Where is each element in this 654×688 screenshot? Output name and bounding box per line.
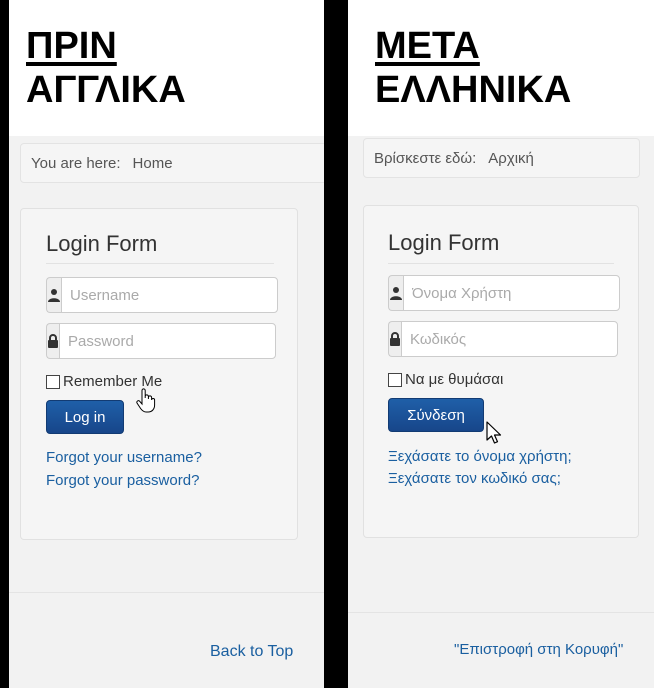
username-input[interactable]	[403, 275, 620, 311]
remember-me-label: Να με θυμάσαι	[405, 371, 504, 388]
login-form-module: Login Form Remember Me Log in Forgot you…	[20, 208, 298, 540]
breadcrumb: Βρίσκεστε εδώ: Αρχική	[363, 138, 640, 178]
login-form-title: Login Form	[46, 231, 158, 256]
breadcrumb-prefix: Βρίσκεστε εδώ:	[374, 150, 477, 167]
heading-line-before: ΠΡΙΝ	[26, 25, 117, 67]
remember-me-checkbox[interactable]	[388, 372, 402, 387]
lock-icon	[46, 323, 59, 359]
password-input-group	[46, 323, 276, 359]
breadcrumb-home-link[interactable]: Home	[133, 155, 173, 172]
password-input[interactable]	[59, 323, 276, 359]
forgot-username-link[interactable]: Ξεχάσατε το όνομα χρήστη;	[388, 448, 572, 465]
breadcrumb: You are here: Home	[20, 143, 324, 183]
username-input-group	[46, 277, 278, 313]
title-divider	[46, 263, 274, 264]
back-to-top-link[interactable]: "Επιστροφή στη Κορυφή"	[454, 641, 623, 658]
username-input[interactable]	[61, 277, 278, 313]
username-input-group	[388, 275, 620, 311]
login-button[interactable]: Log in	[46, 400, 124, 434]
breadcrumb-home-link[interactable]: Αρχική	[488, 150, 534, 167]
hand-pointer-icon	[136, 388, 156, 419]
forgot-password-link[interactable]: Ξεχάσατε τον κωδικό σας;	[388, 470, 561, 487]
footer-divider	[348, 612, 654, 613]
comparison-divider	[324, 0, 348, 688]
remember-me-checkbox[interactable]	[46, 374, 60, 389]
forgot-password-link[interactable]: Forgot your password?	[46, 472, 199, 489]
login-form-module: Login Form Να με θυμάσαι Σύνδεση Ξεχάσατ…	[363, 205, 639, 538]
remember-me-row: Να με θυμάσαι	[388, 371, 503, 388]
footer-divider	[9, 592, 324, 593]
heading-language-greek: ΕΛΛΗΝΙΚΑ	[375, 69, 572, 111]
left-edge-bar	[0, 0, 9, 688]
arrow-pointer-icon	[486, 421, 502, 450]
password-input-group	[388, 321, 618, 357]
back-to-top-link[interactable]: Back to Top	[210, 643, 293, 661]
title-divider	[388, 263, 614, 264]
user-icon	[388, 275, 403, 311]
login-button[interactable]: Σύνδεση	[388, 398, 484, 432]
breadcrumb-prefix: You are here:	[31, 155, 121, 172]
panel-after-greek: ΜΕΤΑ ΕΛΛΗΝΙΚΑ Βρίσκεστε εδώ: Αρχική Login…	[348, 0, 654, 688]
login-form-title: Login Form	[388, 230, 500, 255]
user-icon	[46, 277, 61, 313]
panel-before-english: ΠΡΙΝ ΑΓΓΛΙΚΑ You are here: Home Login For…	[9, 0, 324, 688]
password-input[interactable]	[401, 321, 618, 357]
heading-line-after: ΜΕΤΑ	[375, 25, 480, 67]
lock-icon	[388, 321, 401, 357]
panel-heading-before: ΠΡΙΝ ΑΓΓΛΙΚΑ	[26, 24, 186, 112]
forgot-username-link[interactable]: Forgot your username?	[46, 449, 202, 466]
panel-heading-after: ΜΕΤΑ ΕΛΛΗΝΙΚΑ	[375, 24, 571, 112]
heading-language-english: ΑΓΓΛΙΚΑ	[26, 69, 186, 111]
